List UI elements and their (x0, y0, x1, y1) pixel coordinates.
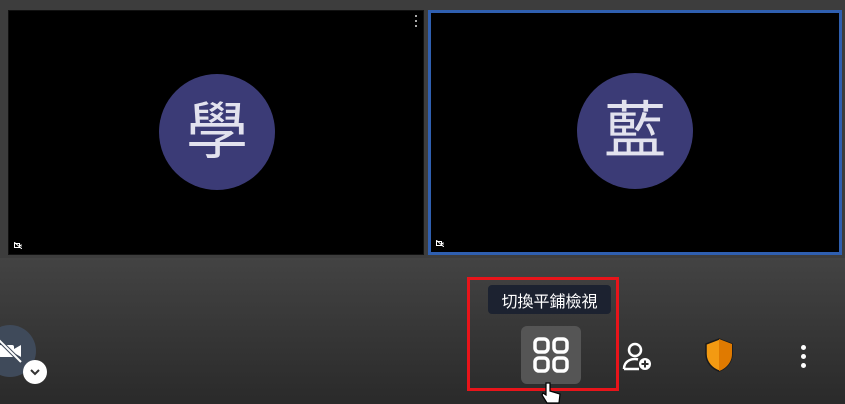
camera-off-icon (0, 338, 23, 364)
camera-options-button[interactable] (23, 360, 47, 384)
participant-tile-active[interactable]: 藍 (428, 10, 842, 255)
video-off-icon (436, 240, 444, 247)
hand-cursor-icon (541, 382, 561, 404)
participant-avatar: 學 (159, 74, 275, 190)
more-options-button[interactable] (788, 340, 818, 372)
highlight-box (467, 277, 619, 391)
meeting-stage: 學 藍 切換平鋪檢視 (0, 0, 845, 404)
participant-avatar: 藍 (577, 73, 693, 189)
more-options-icon (800, 344, 806, 368)
invite-person-icon (622, 342, 651, 371)
participant-tile[interactable]: 學 (8, 10, 424, 255)
video-off-icon (14, 242, 22, 249)
tile-menu-icon[interactable] (413, 15, 419, 27)
invite-button[interactable] (620, 341, 654, 373)
meeting-toolbar (0, 258, 845, 404)
chevron-down-icon (30, 369, 40, 376)
security-shield-icon (705, 338, 733, 372)
security-button[interactable] (702, 336, 736, 374)
